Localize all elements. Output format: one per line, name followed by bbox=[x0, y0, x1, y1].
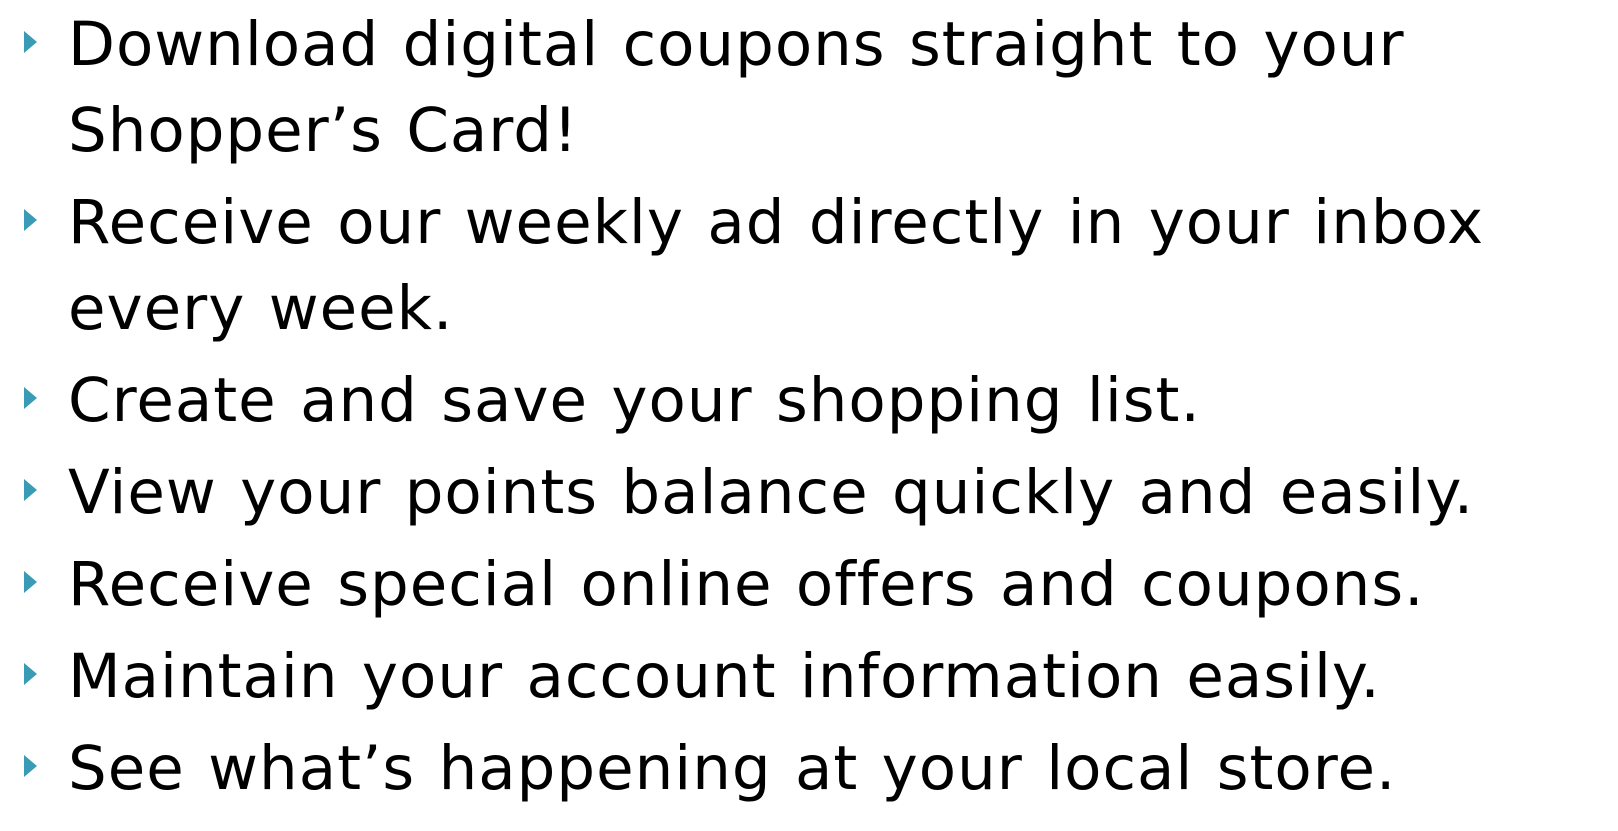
list-item: Receive special online offers and coupon… bbox=[0, 542, 1618, 628]
list-item-text: Create and save your shopping list. bbox=[68, 365, 1201, 436]
triangle-right-icon bbox=[24, 209, 37, 231]
list-item-text: Maintain your account information easily… bbox=[68, 641, 1381, 712]
list-item-text: Receive our weekly ad directly in your i… bbox=[68, 187, 1485, 344]
triangle-right-icon bbox=[24, 663, 37, 685]
list-item-text: Receive special online offers and coupon… bbox=[68, 549, 1425, 620]
slide: Download digital coupons straight to you… bbox=[0, 0, 1618, 831]
triangle-right-icon bbox=[24, 755, 37, 777]
triangle-right-icon bbox=[24, 387, 37, 409]
triangle-right-icon bbox=[24, 479, 37, 501]
list-item: Download digital coupons straight to you… bbox=[0, 2, 1618, 174]
list-item: View your points balance quickly and eas… bbox=[0, 450, 1618, 536]
triangle-right-icon bbox=[24, 31, 37, 53]
list-item-text: See what’s happening at your local store… bbox=[68, 733, 1397, 804]
list-item-text: View your points balance quickly and eas… bbox=[68, 457, 1475, 528]
benefits-list: Download digital coupons straight to you… bbox=[0, 2, 1618, 818]
list-item-text: Download digital coupons straight to you… bbox=[68, 9, 1405, 166]
list-item: Receive our weekly ad directly in your i… bbox=[0, 180, 1618, 352]
triangle-right-icon bbox=[24, 571, 37, 593]
list-item: Create and save your shopping list. bbox=[0, 358, 1618, 444]
list-item: See what’s happening at your local store… bbox=[0, 726, 1618, 812]
list-item: Maintain your account information easily… bbox=[0, 634, 1618, 720]
